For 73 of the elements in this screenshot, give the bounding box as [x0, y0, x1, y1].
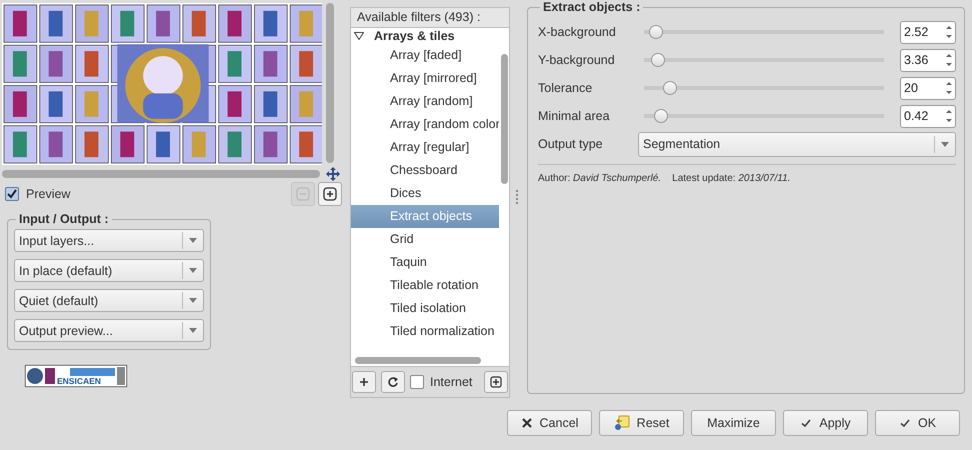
caret-icon	[189, 298, 197, 303]
tree-item[interactable]: Array [regular]	[351, 136, 499, 159]
tree-item[interactable]: Array [random]	[351, 90, 499, 113]
spin-arrows-icon[interactable]	[945, 107, 953, 125]
scrollbar[interactable]	[501, 54, 508, 184]
internet-label: Internet	[430, 375, 472, 389]
logo: ENSICAEN	[25, 365, 127, 387]
slider-thumb[interactable]	[648, 25, 663, 39]
splitter-handle[interactable]	[516, 190, 521, 204]
check-icon	[898, 417, 911, 429]
refresh-icon	[387, 376, 399, 388]
tree-item[interactable]: Taquin	[351, 251, 499, 274]
move-icon[interactable]	[326, 167, 340, 181]
dialog-button[interactable]: Apply	[783, 410, 868, 436]
group-title: Extract objects :	[542, 0, 642, 14]
tree-item[interactable]: Array [mirrored]	[351, 67, 499, 90]
dialog-button[interactable]: OK	[875, 410, 960, 436]
dropdown[interactable]: Output preview...	[14, 319, 204, 342]
triangle-icon[interactable]	[354, 32, 364, 40]
dropdown[interactable]: In place (default)	[14, 259, 204, 282]
number-field[interactable]: 0.42	[900, 104, 956, 128]
number-field[interactable]: 3.36	[900, 48, 956, 72]
add-button[interactable]	[352, 371, 376, 393]
plus-icon	[359, 377, 369, 387]
tree-item[interactable]: Array [faded]	[351, 44, 499, 67]
scrollbar[interactable]	[2, 170, 320, 178]
number-field[interactable]: 2.52	[900, 20, 956, 44]
dialog-button[interactable]: Cancel	[507, 410, 592, 436]
tree-item[interactable]: Tiled normalization	[351, 320, 499, 343]
internet-checkbox[interactable]	[410, 375, 424, 389]
refresh-button[interactable]	[381, 371, 405, 393]
spin-arrows-icon[interactable]	[945, 51, 953, 69]
tree-item[interactable]: Dices	[351, 182, 499, 205]
close-icon	[520, 417, 533, 429]
scrollbar[interactable]	[355, 357, 481, 364]
credits-text: Author: David Tschumperlé. Latest update: 2013/07/11.	[538, 172, 792, 184]
caret-icon	[189, 238, 197, 243]
tree-item[interactable]: Tileable rotation	[351, 274, 499, 297]
preview-checkbox[interactable]	[5, 187, 19, 201]
filters-header: Available filters (493) :	[350, 7, 510, 27]
parameter-label: Output type	[538, 137, 604, 151]
dropdown[interactable]: Segmentation	[638, 132, 956, 156]
parameter-label: Minimal area	[538, 109, 611, 123]
caret-icon	[941, 142, 949, 146]
spin-arrows-icon[interactable]	[945, 79, 953, 97]
tree-item[interactable]: Tiled isolation	[351, 297, 499, 320]
dropdown[interactable]: Input layers...	[14, 229, 204, 252]
tree-folder[interactable]: Arrays & tiles	[374, 29, 455, 43]
tree-item[interactable]: Grid	[351, 228, 499, 251]
zoom-in-button[interactable]	[318, 182, 342, 206]
preview-label: Preview	[26, 187, 70, 201]
plus-icon	[490, 376, 502, 388]
group-title: Input / Output :	[18, 212, 110, 226]
dialog-button[interactable]: Reset	[599, 410, 684, 436]
slider-thumb[interactable]	[663, 81, 678, 95]
dialog-button[interactable]: Maximize	[691, 410, 776, 436]
expand-button[interactable]	[484, 371, 508, 393]
scrollbar[interactable]	[326, 3, 334, 163]
number-field[interactable]: 20	[900, 76, 956, 100]
check-icon	[800, 417, 812, 429]
spin-arrows-icon[interactable]	[945, 23, 953, 41]
plus-icon	[323, 187, 337, 201]
minus-icon	[296, 187, 310, 201]
dropdown[interactable]: Quiet (default)	[14, 289, 204, 312]
tree-item[interactable]: Chessboard	[351, 159, 499, 182]
caret-icon	[189, 328, 197, 333]
slider-thumb[interactable]	[654, 109, 668, 123]
parameter-label: X-background	[538, 25, 617, 39]
slider-thumb[interactable]	[651, 53, 666, 67]
parameter-label: Y-background	[538, 53, 616, 67]
parameter-label: Tolerance	[538, 81, 594, 95]
caret-icon	[189, 268, 197, 273]
reset-icon	[614, 415, 630, 431]
